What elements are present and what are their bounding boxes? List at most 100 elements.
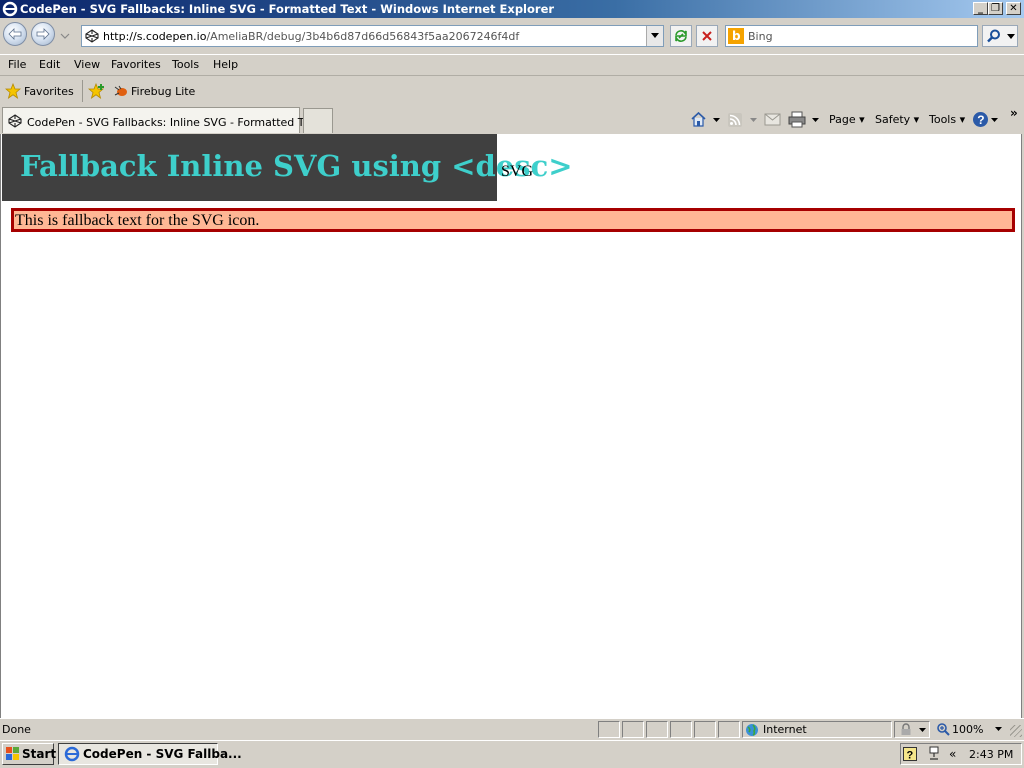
- address-url: http://s.codepen.io/AmeliaBR/debug/3b4b6…: [103, 30, 520, 43]
- globe-icon: [746, 724, 758, 736]
- add-to-favorites-bar-icon[interactable]: [88, 83, 106, 99]
- stop-button[interactable]: [696, 25, 718, 47]
- tools-menu-label: Tools: [929, 113, 957, 126]
- page-menu-button[interactable]: Page ▾: [829, 113, 865, 126]
- status-pane: [622, 721, 644, 738]
- help-icon[interactable]: ?: [972, 111, 989, 128]
- minimize-button[interactable]: _: [973, 2, 988, 15]
- help-tray-icon[interactable]: ?: [903, 747, 917, 761]
- search-placeholder: Bing: [748, 30, 773, 43]
- favorites-separator: [82, 80, 83, 102]
- zoom-level: 100%: [952, 723, 984, 736]
- page-heading: Fallback Inline SVG using <desc>: [20, 149, 573, 183]
- tab-codepen[interactable]: CodePen - SVG Fallbacks: Inline SVG - Fo…: [2, 107, 320, 133]
- firebug-icon: [114, 85, 127, 96]
- menu-edit[interactable]: Edit: [39, 58, 60, 71]
- feeds-icon[interactable]: [727, 112, 743, 128]
- back-arrow-icon: [8, 28, 22, 40]
- menu-view[interactable]: View: [74, 58, 100, 71]
- status-bar: Done Internet 100%: [0, 718, 1024, 740]
- firebug-lite-link[interactable]: Firebug Lite: [131, 85, 195, 98]
- lock-icon: [901, 723, 911, 735]
- start-label: Start: [22, 747, 57, 761]
- forward-arrow-icon: [36, 28, 50, 40]
- zoom-dropdown-chevron-icon: [995, 727, 1002, 731]
- resize-grip-icon[interactable]: [1010, 725, 1022, 737]
- toolbar-overflow-chevron-icon[interactable]: »: [1010, 106, 1018, 120]
- menu-help[interactable]: Help: [213, 58, 238, 71]
- page-content: Fallback Inline SVG using <desc> SVG Thi…: [0, 134, 1022, 718]
- magnifier-icon: [987, 29, 1000, 43]
- home-dropdown-chevron-icon[interactable]: [713, 118, 720, 123]
- refresh-button[interactable]: [670, 25, 692, 47]
- print-dropdown-chevron-icon[interactable]: [812, 118, 819, 123]
- zoom-magnifier-icon: [937, 723, 950, 736]
- search-box[interactable]: b Bing: [725, 25, 978, 47]
- page-menu-label: Page: [829, 113, 856, 126]
- fallback-text: This is fallback text for the SVG icon.: [15, 212, 260, 229]
- status-pane: [670, 721, 692, 738]
- chevron-down-icon: [919, 728, 926, 732]
- internet-explorer-icon: [64, 746, 80, 762]
- protected-mode-button[interactable]: [894, 721, 930, 738]
- menu-tools[interactable]: Tools: [172, 58, 199, 71]
- system-tray: ? « 2:43 PM: [900, 743, 1022, 765]
- svg-text: SVG: [501, 163, 534, 180]
- codepen-favicon-icon: [85, 29, 99, 43]
- home-icon[interactable]: [690, 111, 707, 127]
- status-pane: [718, 721, 740, 738]
- taskbar: Start CodePen - SVG Fallba... ? « 2:43 P…: [0, 740, 1024, 768]
- window-title: CodePen - SVG Fallbacks: Inline SVG - Fo…: [20, 2, 555, 16]
- taskbar-item-label: CodePen - SVG Fallba...: [83, 747, 242, 761]
- new-tab-button[interactable]: [303, 108, 333, 133]
- search-options-chevron-icon[interactable]: [1007, 34, 1015, 40]
- navigation-bar: http://s.codepen.io/AmeliaBR/debug/3b4b6…: [0, 18, 1024, 54]
- network-tray-icon[interactable]: [927, 746, 941, 762]
- security-zone[interactable]: Internet: [742, 721, 892, 738]
- bing-logo-icon: b: [728, 28, 744, 44]
- feeds-dropdown-chevron-icon[interactable]: [750, 118, 757, 123]
- tools-menu-button[interactable]: Tools ▾: [929, 113, 965, 126]
- chevron-down-icon: [651, 33, 659, 38]
- internet-explorer-icon: [2, 1, 18, 17]
- safety-menu-button[interactable]: Safety ▾: [875, 113, 919, 126]
- menu-bar: File Edit View Favorites Tools Help: [0, 54, 1024, 74]
- codepen-favicon-icon: [8, 114, 22, 128]
- print-icon[interactable]: [788, 111, 806, 128]
- clock: 2:43 PM: [969, 748, 1014, 761]
- read-mail-icon[interactable]: [764, 113, 781, 126]
- start-button[interactable]: Start: [2, 743, 57, 765]
- address-dropdown-button[interactable]: [646, 26, 663, 46]
- status-text: Done: [2, 723, 31, 736]
- address-bar[interactable]: http://s.codepen.io/AmeliaBR/debug/3b4b6…: [81, 25, 664, 47]
- restore-button[interactable]: ❐: [988, 2, 1003, 15]
- taskbar-item-internet-explorer[interactable]: CodePen - SVG Fallba...: [58, 743, 242, 765]
- search-button[interactable]: [982, 25, 1018, 47]
- menu-favorites[interactable]: Favorites: [111, 58, 161, 71]
- svg-text:?: ?: [977, 113, 984, 127]
- status-pane: [598, 721, 620, 738]
- windows-logo-icon: [6, 747, 19, 760]
- status-pane: [694, 721, 716, 738]
- tab-title: CodePen - SVG Fallbacks: Inline SVG - Fo…: [27, 116, 321, 129]
- tab-row: CodePen - SVG Fallbacks: Inline SVG - Fo…: [0, 105, 1024, 134]
- fallback-text-box: This is fallback text for the SVG icon.: [11, 208, 1015, 232]
- close-window-button[interactable]: ✕: [1006, 2, 1021, 15]
- help-dropdown-chevron-icon[interactable]: [991, 118, 998, 123]
- forward-button[interactable]: [31, 22, 55, 46]
- favorites-button[interactable]: Favorites: [24, 85, 74, 98]
- favorites-star-icon: [5, 83, 21, 99]
- back-button[interactable]: [3, 22, 27, 46]
- tray-expand-chevron-icon[interactable]: «: [949, 747, 956, 761]
- status-pane: [646, 721, 668, 738]
- zoom-control[interactable]: 100%: [934, 721, 1018, 738]
- refresh-icon: [675, 30, 687, 42]
- stop-x-icon: [702, 31, 712, 41]
- window-title-bar[interactable]: CodePen - SVG Fallbacks: Inline SVG - Fo…: [0, 0, 1024, 18]
- menu-file[interactable]: File: [8, 58, 26, 71]
- safety-menu-label: Safety: [875, 113, 911, 126]
- zone-label: Internet: [763, 723, 807, 736]
- svg-text:?: ?: [907, 750, 914, 762]
- recent-pages-dropdown-icon[interactable]: [60, 32, 70, 40]
- favorites-bar: Favorites Firebug Lite: [0, 75, 1024, 105]
